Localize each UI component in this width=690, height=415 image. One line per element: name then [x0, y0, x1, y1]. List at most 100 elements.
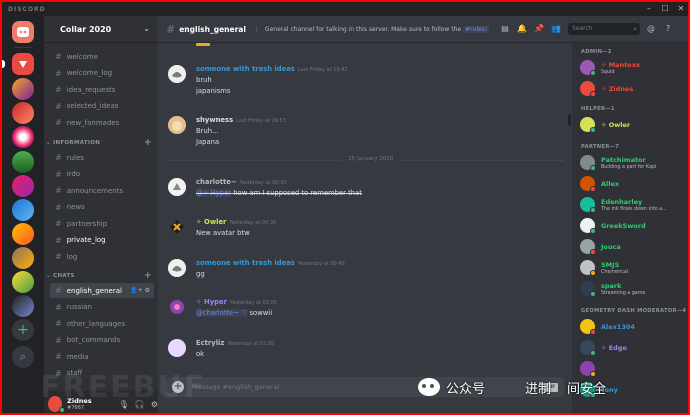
member-group-header: GEOMETRY DASH MODERATOR—4: [581, 308, 687, 314]
server-collar-icon[interactable]: [12, 53, 34, 75]
avatar[interactable]: [168, 116, 186, 134]
server-header[interactable]: Collar 2020 ⌄: [44, 16, 158, 43]
channel-item-other-languages[interactable]: # other_languages: [50, 316, 154, 331]
member-list-icon[interactable]: 👥: [550, 23, 562, 35]
channel-item-new-fanmades[interactable]: # new_fanmades: [50, 115, 154, 130]
message-text: japanisms: [196, 87, 231, 95]
add-channel-icon[interactable]: +: [144, 138, 152, 148]
channel-settings-icon[interactable]: 👤+ ⚙: [130, 287, 150, 294]
status-dot-icon: [590, 127, 596, 133]
message-author[interactable]: ✧ Hyper: [196, 298, 227, 306]
help-icon[interactable]: ?: [662, 23, 674, 35]
home-discord-icon[interactable]: [12, 21, 34, 43]
server-icon-3[interactable]: [12, 102, 34, 124]
channel-item-selected-ideas[interactable]: # selected_ideas: [50, 99, 154, 114]
member-item[interactable]: ✧ Owler: [580, 115, 686, 135]
member-group-header: PARTNER—7: [581, 144, 620, 150]
server-icon-2[interactable]: [12, 78, 34, 100]
status-dot-icon: [590, 228, 596, 234]
message-author[interactable]: ✧ Owler: [196, 218, 226, 226]
channel-item-russian[interactable]: # russian: [50, 300, 154, 315]
category-chats[interactable]: ⌄ CHATS +: [46, 271, 152, 281]
channel-item-log[interactable]: # log: [50, 249, 154, 264]
member-item[interactable]: spark Streaming a game: [580, 279, 686, 299]
member-item[interactable]: ✧ Edge: [580, 338, 686, 358]
server-icon-7[interactable]: [12, 199, 34, 221]
channel-label: welcome: [66, 52, 98, 61]
member-item[interactable]: ✧ Mantexx Squid: [580, 58, 686, 78]
channel-label: partnership: [66, 219, 108, 228]
member-item[interactable]: ✧ Zidnes: [580, 79, 686, 99]
channel-item-irdo[interactable]: # irdo: [50, 167, 154, 182]
channel-item-news[interactable]: # news: [50, 200, 154, 215]
category-information[interactable]: ⌄ INFORMATION +: [46, 138, 152, 148]
channel-item-bot-commands[interactable]: # bot_commands: [50, 333, 154, 348]
message-text: New avatar btw: [196, 229, 250, 237]
member-item[interactable]: Patchimator Building a part for Kapi: [580, 153, 686, 173]
rules-channel-link[interactable]: #rules!: [463, 25, 490, 33]
mention-tag[interactable]: @✧ Hyper: [196, 189, 232, 197]
header-toolbar: ▤ 🔔 📌 👥 Search ⌕ @ ?: [494, 16, 688, 43]
server-icon-8[interactable]: [12, 223, 34, 245]
message-author[interactable]: charlotte~: [196, 178, 237, 186]
member-item[interactable]: SMJS Chemerical: [580, 258, 686, 278]
channel-hash-icon: #: [55, 235, 62, 245]
active-server-pill: [2, 60, 5, 68]
status-dot-icon: [590, 329, 596, 335]
server-icon-6[interactable]: [12, 175, 34, 197]
message-author[interactable]: Ectryliz: [196, 339, 224, 347]
add-server-icon[interactable]: +: [12, 319, 34, 341]
channel-item-welcome-log[interactable]: # welcome_log: [50, 66, 154, 81]
avatar[interactable]: [168, 339, 186, 357]
minimize-icon[interactable]: –: [642, 3, 656, 15]
message-author[interactable]: someone with trash ideas: [196, 65, 295, 73]
threads-icon[interactable]: ▤: [499, 23, 511, 35]
channel-item-media[interactable]: # media: [50, 349, 154, 364]
mention-icon[interactable]: @: [645, 23, 657, 35]
member-item[interactable]: Jouca: [580, 237, 686, 257]
member-name: ✧ Zidnes: [601, 85, 634, 93]
channel-hash-icon: #: [166, 22, 176, 36]
search-input[interactable]: Search ⌕: [568, 23, 640, 35]
close-icon[interactable]: ✕: [674, 3, 688, 15]
avatar[interactable]: [168, 259, 186, 277]
member-item[interactable]: Alex1304: [580, 317, 686, 337]
avatar[interactable]: [168, 178, 186, 196]
mention-tag[interactable]: @charlotte~ ♡: [196, 309, 248, 317]
member-item[interactable]: Edenharley The ink flows down into a...: [580, 195, 686, 215]
wechat-watermark: 公众号 进制 间安全: [418, 374, 678, 400]
channel-item-english-general[interactable]: # english_general 👤+ ⚙: [50, 283, 154, 298]
maximize-icon[interactable]: ☐: [658, 3, 672, 15]
server-icon-9[interactable]: [12, 247, 34, 269]
server-icon-11[interactable]: [12, 295, 34, 317]
member-activity: The ink flows down into a...: [601, 207, 667, 212]
server-icon-4[interactable]: [12, 126, 34, 148]
avatar[interactable]: [168, 65, 186, 83]
member-item[interactable]: GreekSword: [580, 216, 686, 236]
channel-item-partnership[interactable]: # partnership: [50, 216, 154, 231]
notification-bell-icon[interactable]: 🔔: [516, 23, 528, 35]
server-icon-5[interactable]: [12, 151, 34, 173]
channel-item-rules[interactable]: # rules: [50, 150, 154, 165]
channel-item-private-log[interactable]: # private_log: [50, 233, 154, 248]
pin-icon[interactable]: 📌: [533, 23, 545, 35]
channel-item-welcome[interactable]: # welcome: [50, 49, 154, 64]
message-author[interactable]: someone with trash ideas: [196, 259, 295, 267]
member-item[interactable]: Allex: [580, 174, 686, 194]
add-channel-icon[interactable]: +: [144, 271, 152, 281]
message-timestamp: Yesterday at 00:49: [297, 261, 345, 267]
date-divider: 25 January 2020: [166, 156, 564, 162]
explore-servers-icon[interactable]: ⌕: [12, 346, 34, 368]
chevron-down-icon[interactable]: ⌄: [143, 24, 150, 33]
message-author[interactable]: shywness: [196, 116, 233, 124]
server-icon-10[interactable]: [12, 271, 34, 293]
member-activity: Squid: [601, 70, 615, 75]
avatar[interactable]: [168, 298, 186, 316]
avatar[interactable]: [168, 218, 186, 236]
message-timestamp: Yesterday at 00:30: [229, 220, 277, 226]
message-text: @✧ Hyper how am I supposed to remember t…: [196, 189, 362, 197]
channel-label: idea_requests: [66, 85, 116, 94]
channel-item-idea-requests[interactable]: # idea_requests: [50, 82, 154, 97]
channel-item-announcements[interactable]: # announcements: [50, 183, 154, 198]
chat-scrollbar[interactable]: [568, 114, 571, 126]
